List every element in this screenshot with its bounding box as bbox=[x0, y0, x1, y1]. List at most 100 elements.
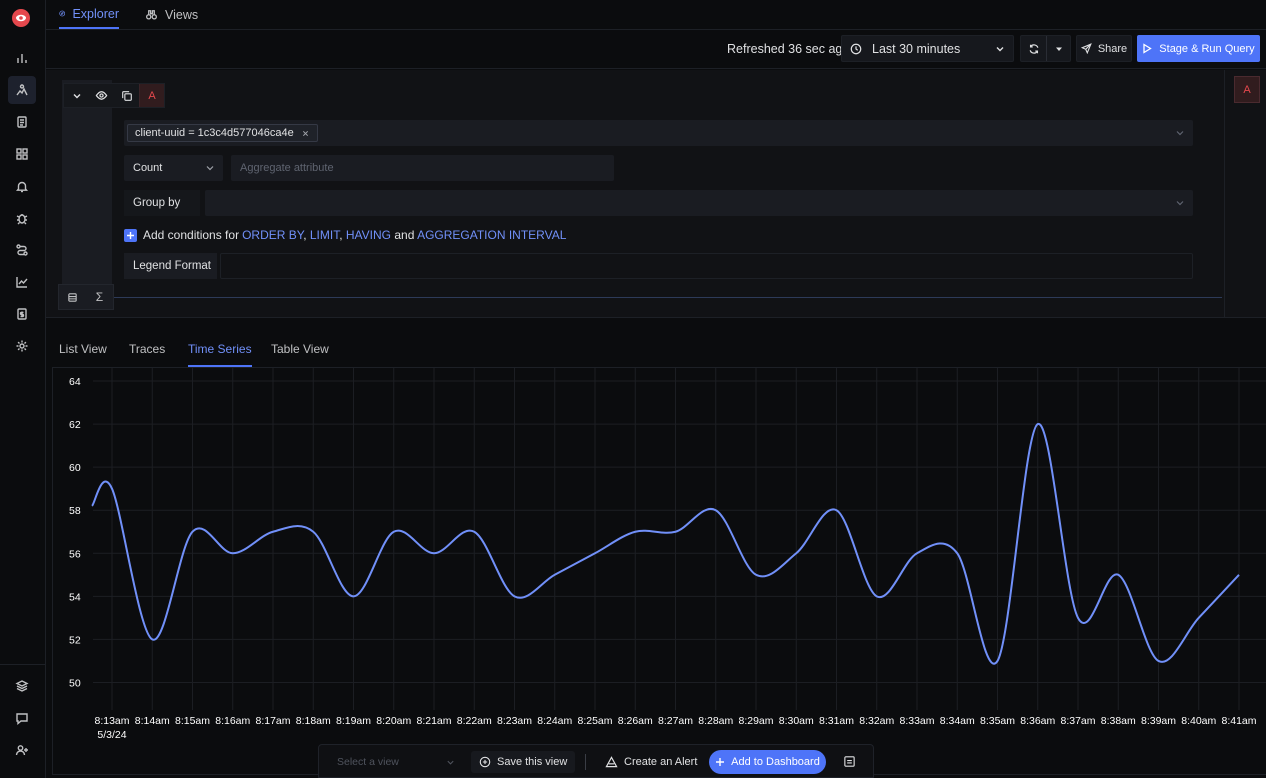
x-tick-label: 8:24am bbox=[537, 715, 572, 727]
app-logo-icon[interactable] bbox=[12, 9, 30, 27]
x-tick-label: 8:16am bbox=[215, 715, 250, 727]
x-date-label: 5/3/24 bbox=[97, 729, 126, 741]
tab-explorer[interactable]: Explorer bbox=[59, 0, 119, 29]
bottom-bar-separator bbox=[585, 754, 586, 770]
x-tick-label: 8:38am bbox=[1101, 715, 1136, 727]
save-view-label: Save this view bbox=[497, 756, 568, 768]
chevron-down-icon bbox=[206, 166, 214, 171]
share-button[interactable]: Share bbox=[1076, 35, 1132, 62]
x-tick-label: 8:27am bbox=[658, 715, 693, 727]
x-tick-label: 8:28am bbox=[698, 715, 733, 727]
x-tick-label: 8:37am bbox=[1060, 715, 1095, 727]
x-tick-label: 8:29am bbox=[738, 715, 773, 727]
y-tick-label: 50 bbox=[69, 677, 81, 689]
filter-search-bar[interactable]: client-uuid = 1c3c4d577046ca4e bbox=[124, 120, 1193, 146]
share-label: Share bbox=[1097, 42, 1128, 55]
formula-tab[interactable]: Σ bbox=[86, 285, 113, 309]
top-tabs: Explorer Views bbox=[46, 0, 1266, 30]
select-view-dropdown[interactable]: Select a view bbox=[329, 753, 459, 771]
filter-tag[interactable]: client-uuid = 1c3c4d577046ca4e bbox=[127, 124, 318, 142]
legend-format-input[interactable] bbox=[220, 253, 1193, 279]
query-letter-badge[interactable]: A bbox=[139, 84, 164, 107]
sidebar-item-pipelines-icon[interactable] bbox=[8, 236, 36, 264]
sidebar-item-invite-user-icon[interactable] bbox=[8, 736, 36, 764]
query-a-badge-right[interactable]: A bbox=[1234, 76, 1260, 103]
limit-link[interactable]: LIMIT bbox=[310, 228, 339, 242]
add-to-dashboard-button[interactable]: Add to Dashboard bbox=[709, 750, 826, 774]
y-tick-label: 58 bbox=[69, 505, 81, 517]
query-builder-tab[interactable] bbox=[59, 285, 86, 309]
binoculars-icon bbox=[146, 10, 157, 20]
aggregate-operator-select[interactable]: Count bbox=[124, 155, 223, 181]
having-link[interactable]: HAVING bbox=[346, 228, 391, 242]
query-builder: A client-uuid = 1c3c4d577046ca4e Count A… bbox=[46, 70, 1266, 318]
series-line bbox=[91, 423, 1240, 665]
order-by-link[interactable]: ORDER BY bbox=[242, 228, 303, 242]
x-tick-label: 8:13am bbox=[94, 715, 129, 727]
y-tick-label: 56 bbox=[69, 548, 81, 560]
query-divider-line bbox=[112, 297, 1222, 298]
toggle-visibility-button[interactable] bbox=[89, 84, 114, 107]
tab-explorer-label: Explorer bbox=[72, 6, 119, 21]
chevron-down-icon bbox=[1176, 131, 1184, 136]
stage-run-query-button[interactable]: Stage & Run Query bbox=[1137, 35, 1260, 62]
copy-icon bbox=[121, 90, 132, 101]
tab-views[interactable]: Views bbox=[145, 0, 198, 29]
compass-icon bbox=[59, 10, 66, 17]
y-tick-label: 64 bbox=[69, 376, 81, 388]
run-label: Stage & Run Query bbox=[1159, 42, 1255, 55]
chevron-down-icon bbox=[996, 47, 1004, 52]
chevron-down-icon bbox=[73, 93, 80, 98]
collapse-query-button[interactable] bbox=[64, 84, 89, 107]
x-tick-label: 8:21am bbox=[416, 715, 451, 727]
refresh-interval-dropdown[interactable] bbox=[1047, 36, 1071, 61]
x-tick-label: 8:31am bbox=[819, 715, 854, 727]
sidebar-item-exceptions-icon[interactable] bbox=[8, 204, 36, 232]
aggregate-attribute-input[interactable]: Aggregate attribute bbox=[231, 155, 614, 181]
sidebar-item-dashboards-icon[interactable] bbox=[8, 140, 36, 168]
send-icon bbox=[1080, 43, 1092, 54]
close-icon[interactable] bbox=[302, 130, 309, 137]
tab-list-view[interactable]: List View bbox=[59, 342, 107, 367]
chevron-down-icon bbox=[447, 760, 454, 765]
aggregation-interval-link[interactable]: AGGREGATION INTERVAL bbox=[417, 228, 566, 242]
right-rail-divider bbox=[1224, 70, 1225, 318]
sidebar-item-metrics-icon[interactable] bbox=[8, 268, 36, 296]
more-options-button[interactable] bbox=[843, 755, 856, 768]
clock-icon bbox=[850, 43, 862, 54]
query-type-tabs: Σ bbox=[58, 284, 114, 310]
sidebar-item-chat-icon[interactable] bbox=[8, 704, 36, 732]
sidebar-item-logs-icon[interactable] bbox=[8, 108, 36, 136]
plus-icon[interactable] bbox=[124, 228, 137, 242]
x-tick-label: 8:40am bbox=[1181, 715, 1216, 727]
sidebar-item-alerts-icon[interactable] bbox=[8, 172, 36, 200]
time-range-select[interactable]: Last 30 minutes bbox=[841, 35, 1014, 62]
clone-query-button[interactable] bbox=[114, 84, 139, 107]
sidebar bbox=[0, 0, 46, 778]
x-tick-label: 8:41am bbox=[1221, 715, 1256, 727]
x-tick-label: 8:35am bbox=[980, 715, 1015, 727]
x-tick-label: 8:22am bbox=[457, 715, 492, 727]
tab-traces[interactable]: Traces bbox=[129, 342, 165, 367]
chart-svg: 50 52 54 56 58 60 62 64 8:13am 8:14am 8:15am 8:16am… bbox=[69, 368, 1266, 741]
sidebar-item-settings-gear-icon[interactable] bbox=[8, 332, 36, 360]
tab-table-view[interactable]: Table View bbox=[271, 342, 329, 367]
add-dashboard-label: Add to Dashboard bbox=[731, 756, 820, 768]
x-tick-label: 8:36am bbox=[1020, 715, 1055, 727]
refresh-button[interactable] bbox=[1021, 36, 1046, 61]
sidebar-item-dashboard-icon[interactable] bbox=[8, 44, 36, 72]
create-alert-button[interactable]: Create an Alert bbox=[599, 751, 703, 773]
disk-save-icon bbox=[479, 756, 491, 768]
tab-time-series[interactable]: Time Series bbox=[188, 342, 252, 367]
tab-views-label: Views bbox=[165, 7, 199, 22]
sidebar-item-billing-icon[interactable] bbox=[8, 300, 36, 328]
sidebar-item-layers-icon[interactable] bbox=[8, 672, 36, 700]
save-view-button[interactable]: Save this view bbox=[471, 751, 576, 773]
create-alert-label: Create an Alert bbox=[624, 756, 698, 768]
group-by-select[interactable] bbox=[205, 190, 1193, 216]
time-series-chart: 50 52 54 56 58 60 62 64 8:13am 8:14am 8:15am 8:16am… bbox=[52, 367, 1266, 775]
alert-triangle-icon bbox=[605, 756, 618, 768]
refreshed-status: Refreshed 36 sec ago bbox=[727, 42, 850, 56]
sidebar-item-traces-icon[interactable] bbox=[8, 76, 36, 104]
add-conditions-row[interactable]: Add conditions for ORDER BY, LIMIT, HAVI… bbox=[124, 227, 566, 243]
